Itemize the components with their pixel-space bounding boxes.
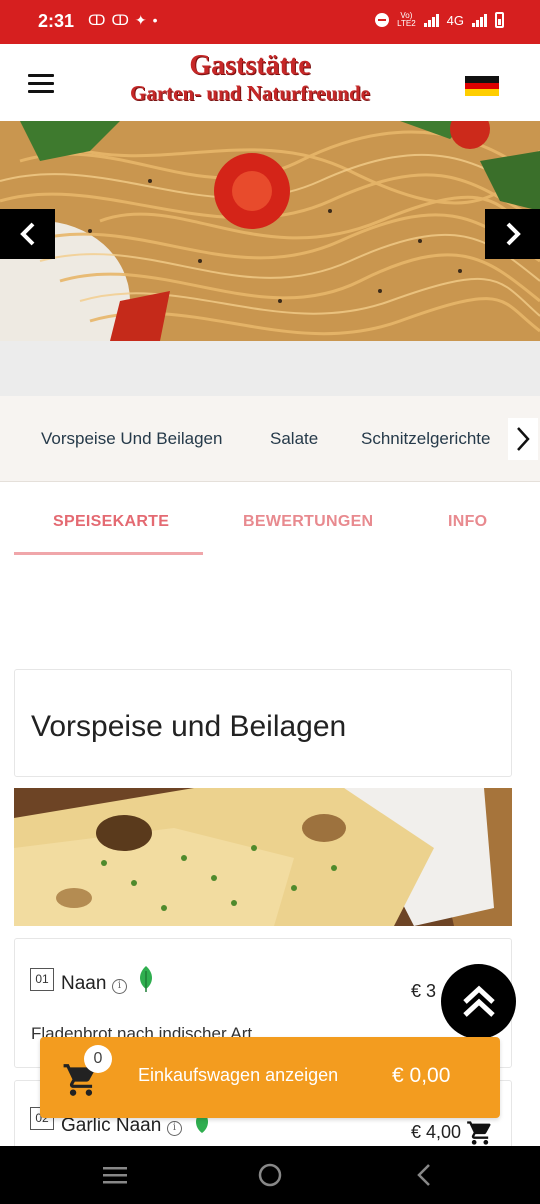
hero-slider <box>0 121 540 341</box>
system-icons: Vo) LTE2 4G <box>375 12 504 28</box>
tab-speisekarte[interactable]: SPEISEKARTE <box>53 513 169 531</box>
scroll-to-top-button[interactable] <box>441 964 516 1039</box>
chevron-right-icon <box>517 427 530 451</box>
category-salate[interactable]: Salate <box>270 429 318 449</box>
add-to-cart-icon[interactable] <box>466 1119 494 1147</box>
sim-icon: ↀ <box>88 12 112 28</box>
info-icon[interactable]: i <box>112 979 127 994</box>
category-schnitzel[interactable]: Schnitzelgerichte <box>361 429 490 449</box>
chevron-right-icon <box>506 222 521 246</box>
restaurant-logo[interactable]: Gaststätte Garten- und Naturfreunde <box>120 50 380 106</box>
section-header-card: Vorspeise und Beilagen <box>14 669 512 777</box>
double-chevron-up-icon <box>462 985 495 1017</box>
signal-icon <box>472 13 487 27</box>
item-name: Garlic Naan <box>61 1115 162 1136</box>
logo-line2: Garten- und Naturfreunde <box>130 81 370 105</box>
naan-image <box>14 788 512 926</box>
section-image <box>14 788 512 926</box>
status-bar: 2:31 ↀↀ✦• Vo) LTE2 4G <box>0 0 540 44</box>
item-price: € 3 <box>411 981 437 1001</box>
section-title: Vorspeise und Beilagen <box>31 710 347 743</box>
sync-icon: ✦ <box>134 12 153 28</box>
signal-icon <box>423 13 439 27</box>
category-scroll-right-button[interactable] <box>508 418 538 460</box>
dot-icon: • <box>152 12 164 28</box>
german-flag-icon[interactable] <box>465 76 499 96</box>
item-name: Naan <box>61 973 107 994</box>
home-icon[interactable] <box>257 1163 283 1187</box>
volte-icon: Vo) LTE2 <box>397 11 416 28</box>
slider-next-button[interactable] <box>485 209 540 259</box>
logo-line1: Gaststätte <box>189 50 311 81</box>
notification-icons: ↀↀ✦• <box>88 12 164 29</box>
category-nav: Vorspeise Und Beilagen Salate Schnitzelg… <box>0 396 540 482</box>
tab-info[interactable]: INFO <box>448 513 487 531</box>
sim-icon: ↀ <box>111 12 135 28</box>
tab-bewertungen[interactable]: BEWERTUNGEN <box>243 513 373 531</box>
item-price: € 4,00 <box>411 1122 462 1142</box>
pasta-image <box>0 121 540 341</box>
cart-count-badge: 0 <box>84 1045 112 1073</box>
recent-apps-icon[interactable] <box>102 1163 128 1187</box>
do-not-disturb-icon <box>375 13 390 27</box>
status-time: 2:31 <box>38 11 75 31</box>
network-type: 4G <box>446 12 464 28</box>
system-nav-bar <box>0 1146 540 1204</box>
info-icon[interactable]: i <box>167 1121 182 1136</box>
active-tab-indicator <box>14 552 203 555</box>
view-cart-button[interactable]: 0 Einkaufswagen anzeigen € 0,00 <box>40 1037 500 1118</box>
vegetarian-leaf-icon <box>140 966 152 992</box>
chevron-left-icon <box>19 222 34 246</box>
cart-total: € 0,00 <box>392 1064 451 1087</box>
battery-icon <box>495 12 504 28</box>
item-number: 01 <box>30 968 54 991</box>
cart-label: Einkaufswagen anzeigen <box>138 1065 339 1085</box>
slider-prev-button[interactable] <box>0 209 55 259</box>
back-icon[interactable] <box>414 1163 434 1187</box>
category-vorspeise[interactable]: Vorspeise Und Beilagen <box>41 429 222 449</box>
menu-icon[interactable] <box>28 74 54 93</box>
divider-area <box>0 341 540 396</box>
app-header: Gaststätte Garten- und Naturfreunde <box>0 44 540 121</box>
